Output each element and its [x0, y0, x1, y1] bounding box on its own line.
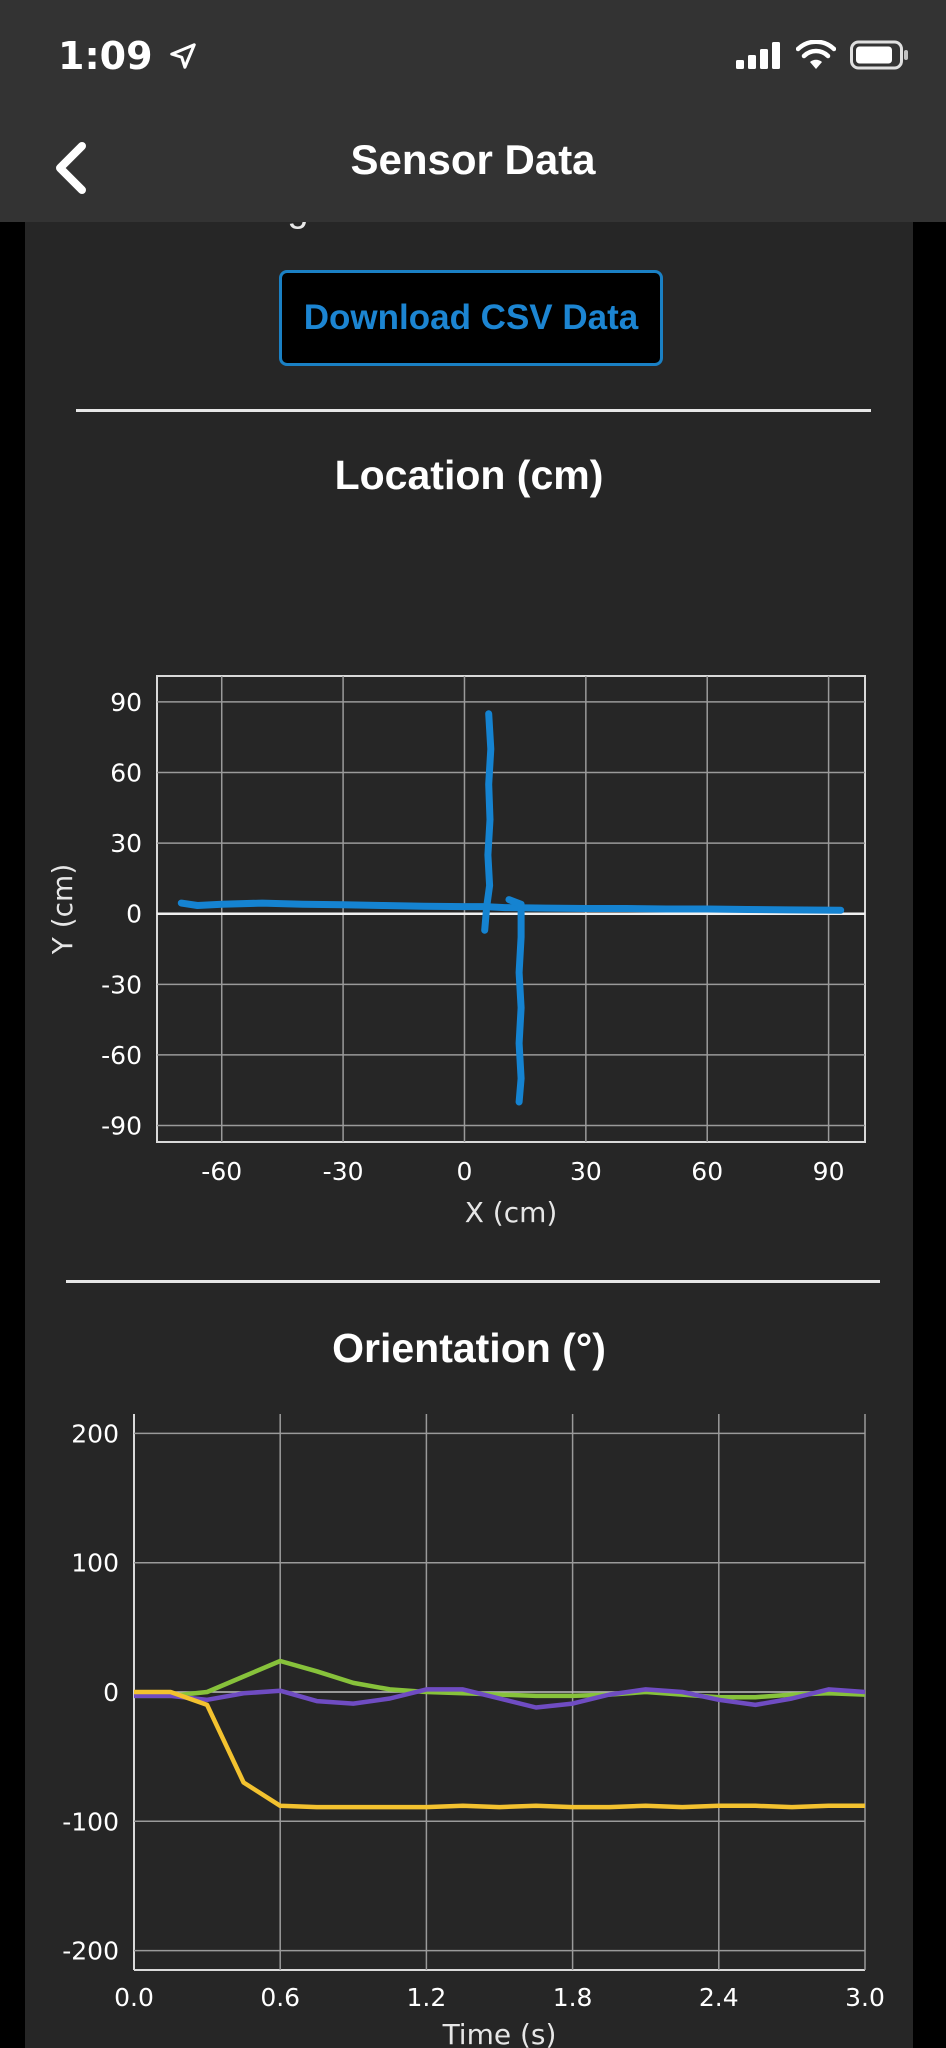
- orientation-x-tick-label: 1.8: [553, 1983, 593, 2012]
- divider-middle: [66, 1280, 880, 1283]
- orientation-y-tick-label: 100: [71, 1549, 119, 1578]
- location-y-tick-label: 60: [110, 758, 142, 787]
- page-title: Sensor Data: [350, 136, 596, 183]
- location-y-tick-label: -60: [101, 1041, 142, 1070]
- orientation-x-tick-label: 0.0: [114, 1983, 154, 2012]
- content-panel: Program run for 20 seconds. Download CSV…: [25, 222, 913, 2048]
- location-track-3: [505, 896, 525, 1106]
- battery-icon: [850, 40, 908, 70]
- location-y-tick-label: 30: [110, 829, 142, 858]
- location-y-tick-label: -30: [101, 970, 142, 999]
- orientation-y-tick-label: -200: [62, 1937, 119, 1966]
- location-x-tick-label: 0: [457, 1157, 473, 1186]
- location-x-tick-label: 30: [570, 1157, 602, 1186]
- wifi-icon: [796, 40, 836, 69]
- nav-bar: Sensor Data: [0, 112, 946, 222]
- status-time-text: 1:09: [58, 34, 153, 78]
- divider-top: [76, 409, 871, 412]
- orientation-y-tick-label: 0: [103, 1678, 119, 1707]
- orientation-x-tick-label: 3.0: [845, 1983, 885, 2012]
- location-x-axis-label: X (cm): [465, 1196, 558, 1229]
- location-x-tick-label: -60: [201, 1157, 242, 1186]
- status-icons: [736, 40, 910, 70]
- location-x-tick-label: 90: [813, 1157, 845, 1186]
- orientation-series-yellow: [134, 1689, 865, 1810]
- orientation-x-tick-label: 0.6: [260, 1983, 300, 2012]
- status-time: 1:09: [58, 34, 198, 78]
- run-info-text: Program run for 20 seconds.: [25, 222, 913, 231]
- orientation-y-tick-label: 200: [71, 1419, 119, 1448]
- orientation-x-tick-label: 2.4: [699, 1983, 739, 2012]
- orientation-chart: 0.0 0.6 1.2 1.8 2.4 3.0 200 100 0 -100 -200 Time (s…: [62, 1414, 885, 2048]
- orientation-y-tick-label: -100: [62, 1807, 119, 1836]
- orientation-title: Orientation (°): [332, 1325, 606, 1371]
- orientation-x-axis-label: Time (s): [442, 2018, 557, 2048]
- location-title: Location (cm): [334, 452, 604, 498]
- signal-icon: [736, 42, 780, 69]
- location-chart: -60 -30 0 30 60 90 -90 -60 -30 0 30 60 90 X (cm) Y (cm…: [46, 675, 866, 1229]
- location-y-tick-label: 90: [110, 688, 142, 717]
- download-csv-button[interactable]: Download CSV Data: [279, 270, 663, 366]
- location-x-tick-label: 60: [691, 1157, 723, 1186]
- location-y-tick-label: -90: [101, 1112, 142, 1141]
- status-bar: 1:09: [0, 0, 946, 112]
- location-track-2: [481, 710, 495, 934]
- location-y-tick-label: 0: [126, 900, 142, 929]
- location-x-tick-label: -30: [323, 1157, 364, 1186]
- orientation-x-tick-label: 1.2: [407, 1983, 447, 2012]
- location-arrow-icon: [170, 43, 196, 69]
- location-track-1: [177, 899, 845, 914]
- location-y-axis-label: Y (cm): [46, 864, 79, 956]
